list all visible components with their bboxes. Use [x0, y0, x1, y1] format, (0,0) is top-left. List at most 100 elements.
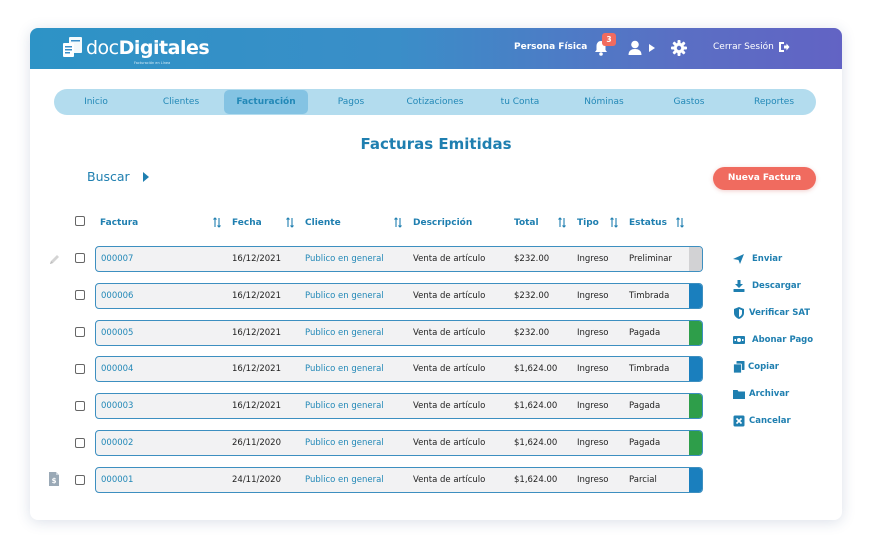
new-invoice-button[interactable]: Nueva Factura — [713, 167, 816, 190]
cell-fecha: 16/12/2021 — [232, 291, 281, 301]
row-checkbox[interactable] — [75, 438, 85, 448]
logout-link[interactable]: Cerrar Sesión — [713, 42, 774, 52]
col-header-estatus[interactable]: Estatus — [629, 218, 667, 228]
nav-item-inicio[interactable]: Inicio — [65, 89, 127, 115]
gear-icon[interactable] — [671, 40, 687, 56]
search-expand-icon[interactable] — [142, 171, 150, 183]
action-label: Abonar Pago — [752, 335, 814, 345]
notification-badge[interactable]: 3 — [602, 33, 616, 46]
logout-icon[interactable] — [778, 41, 790, 53]
row-checkbox[interactable] — [75, 327, 85, 337]
nav-item-pagos[interactable]: Pagos — [320, 89, 382, 115]
col-header-factura[interactable]: Factura — [100, 218, 138, 228]
nav-item-clientes[interactable]: Clientes — [150, 89, 212, 115]
sort-icon[interactable] — [213, 217, 221, 228]
cell-tipo: Ingreso — [577, 438, 609, 448]
action-cancelar[interactable]: Cancelar — [733, 414, 803, 428]
action-archivar[interactable]: Archivar — [733, 387, 803, 401]
nav-item-reportes[interactable]: Reportes — [743, 89, 805, 115]
col-header-cliente[interactable]: Cliente — [305, 218, 341, 228]
row-checkbox[interactable] — [75, 364, 85, 374]
search-label[interactable]: Buscar — [87, 169, 130, 184]
main-nav: Inicio Clientes Facturación Pagos Cotiza… — [54, 89, 816, 115]
row-checkbox[interactable] — [75, 401, 85, 411]
sort-icon[interactable] — [676, 217, 684, 228]
status-indicator — [689, 247, 702, 271]
nav-item-nominas[interactable]: Nóminas — [573, 89, 635, 115]
action-label: Descargar — [752, 281, 801, 291]
table-row[interactable]: 000002 26/11/2020 Publico en general Ven… — [95, 430, 703, 456]
table-row[interactable]: 000005 16/12/2021 Publico en general Ven… — [95, 320, 703, 346]
cell-fecha: 16/12/2021 — [232, 401, 281, 411]
page-title: Facturas Emitidas — [360, 135, 512, 153]
sort-icon[interactable] — [558, 217, 566, 228]
send-icon — [733, 254, 744, 264]
cell-estatus: Parcial — [629, 475, 657, 485]
pencil-icon[interactable] — [48, 253, 60, 267]
table-row[interactable]: 000003 16/12/2021 Publico en general Ven… — [95, 393, 703, 419]
download-icon — [733, 280, 745, 292]
nav-item-facturacion[interactable]: Facturación — [224, 90, 308, 114]
sort-icon[interactable] — [394, 217, 402, 228]
cell-cliente[interactable]: Publico en general — [305, 321, 384, 345]
table-row[interactable]: 000007 16/12/2021 Publico en general Ven… — [95, 246, 703, 272]
col-header-total[interactable]: Total — [514, 218, 539, 228]
cell-cliente[interactable]: Publico en general — [305, 357, 384, 381]
cell-total: $232.00 — [514, 328, 550, 338]
cell-factura[interactable]: 000007 — [101, 247, 133, 271]
col-header-descripcion[interactable]: Descripción — [413, 218, 472, 228]
cell-factura[interactable]: 000003 — [101, 394, 133, 418]
cell-tipo: Ingreso — [577, 475, 609, 485]
cell-factura[interactable]: 000005 — [101, 321, 133, 345]
cell-fecha: 26/11/2020 — [232, 438, 281, 448]
cell-factura[interactable]: 000001 — [101, 468, 133, 492]
cell-estatus: Preliminar — [629, 254, 672, 264]
col-header-fecha[interactable]: Fecha — [232, 218, 262, 228]
status-indicator — [689, 468, 702, 492]
cell-estatus: Timbrada — [629, 291, 670, 301]
copy-icon — [733, 361, 745, 373]
cell-fecha: 16/12/2021 — [232, 364, 281, 374]
status-indicator — [689, 357, 702, 381]
nav-item-tu-conta[interactable]: tu Conta — [489, 89, 551, 115]
action-verificar-sat[interactable]: Verificar SAT — [733, 306, 823, 320]
table-row[interactable]: 000004 16/12/2021 Publico en general Ven… — [95, 356, 703, 382]
sort-icon[interactable] — [286, 217, 294, 228]
action-descargar[interactable]: Descargar — [733, 279, 813, 293]
cell-fecha: 16/12/2021 — [232, 328, 281, 338]
cell-descripcion: Venta de artículo — [413, 438, 486, 448]
select-all-checkbox[interactable] — [75, 216, 85, 226]
action-copiar[interactable]: Copiar — [733, 360, 793, 374]
row-checkbox[interactable] — [75, 475, 85, 485]
table-row[interactable]: 000006 16/12/2021 Publico en general Ven… — [95, 283, 703, 309]
logo-icon — [63, 37, 82, 57]
caret-right-icon[interactable] — [648, 43, 656, 53]
invoice-document-icon[interactable]: $ — [48, 472, 60, 486]
action-abonar-pago[interactable]: Abonar Pago — [733, 333, 823, 347]
sort-icon[interactable] — [610, 217, 618, 228]
row-checkbox[interactable] — [75, 290, 85, 300]
table-row[interactable]: 000001 24/11/2020 Publico en general Ven… — [95, 467, 703, 493]
cell-cliente[interactable]: Publico en general — [305, 431, 384, 455]
cell-estatus: Pagada — [629, 401, 661, 411]
cell-cliente[interactable]: Publico en general — [305, 468, 384, 492]
row-checkbox[interactable] — [75, 253, 85, 263]
nav-item-gastos[interactable]: Gastos — [658, 89, 720, 115]
logo-text-light: doc — [86, 37, 119, 59]
cell-factura[interactable]: 000004 — [101, 357, 133, 381]
action-label: Copiar — [748, 362, 780, 372]
cell-cliente[interactable]: Publico en general — [305, 247, 384, 271]
cell-factura[interactable]: 000006 — [101, 284, 133, 308]
cell-cliente[interactable]: Publico en general — [305, 394, 384, 418]
action-enviar[interactable]: Enviar — [733, 252, 793, 266]
cell-fecha: 16/12/2021 — [232, 254, 281, 264]
logo-text: docDigitales — [86, 37, 210, 59]
user-icon[interactable] — [628, 40, 642, 56]
status-indicator — [689, 431, 702, 455]
cell-cliente[interactable]: Publico en general — [305, 284, 384, 308]
cell-tipo: Ingreso — [577, 401, 609, 411]
cell-descripcion: Venta de artículo — [413, 291, 486, 301]
cell-factura[interactable]: 000002 — [101, 431, 133, 455]
nav-item-cotizaciones[interactable]: Cotizaciones — [396, 89, 474, 115]
col-header-tipo[interactable]: Tipo — [577, 218, 599, 228]
